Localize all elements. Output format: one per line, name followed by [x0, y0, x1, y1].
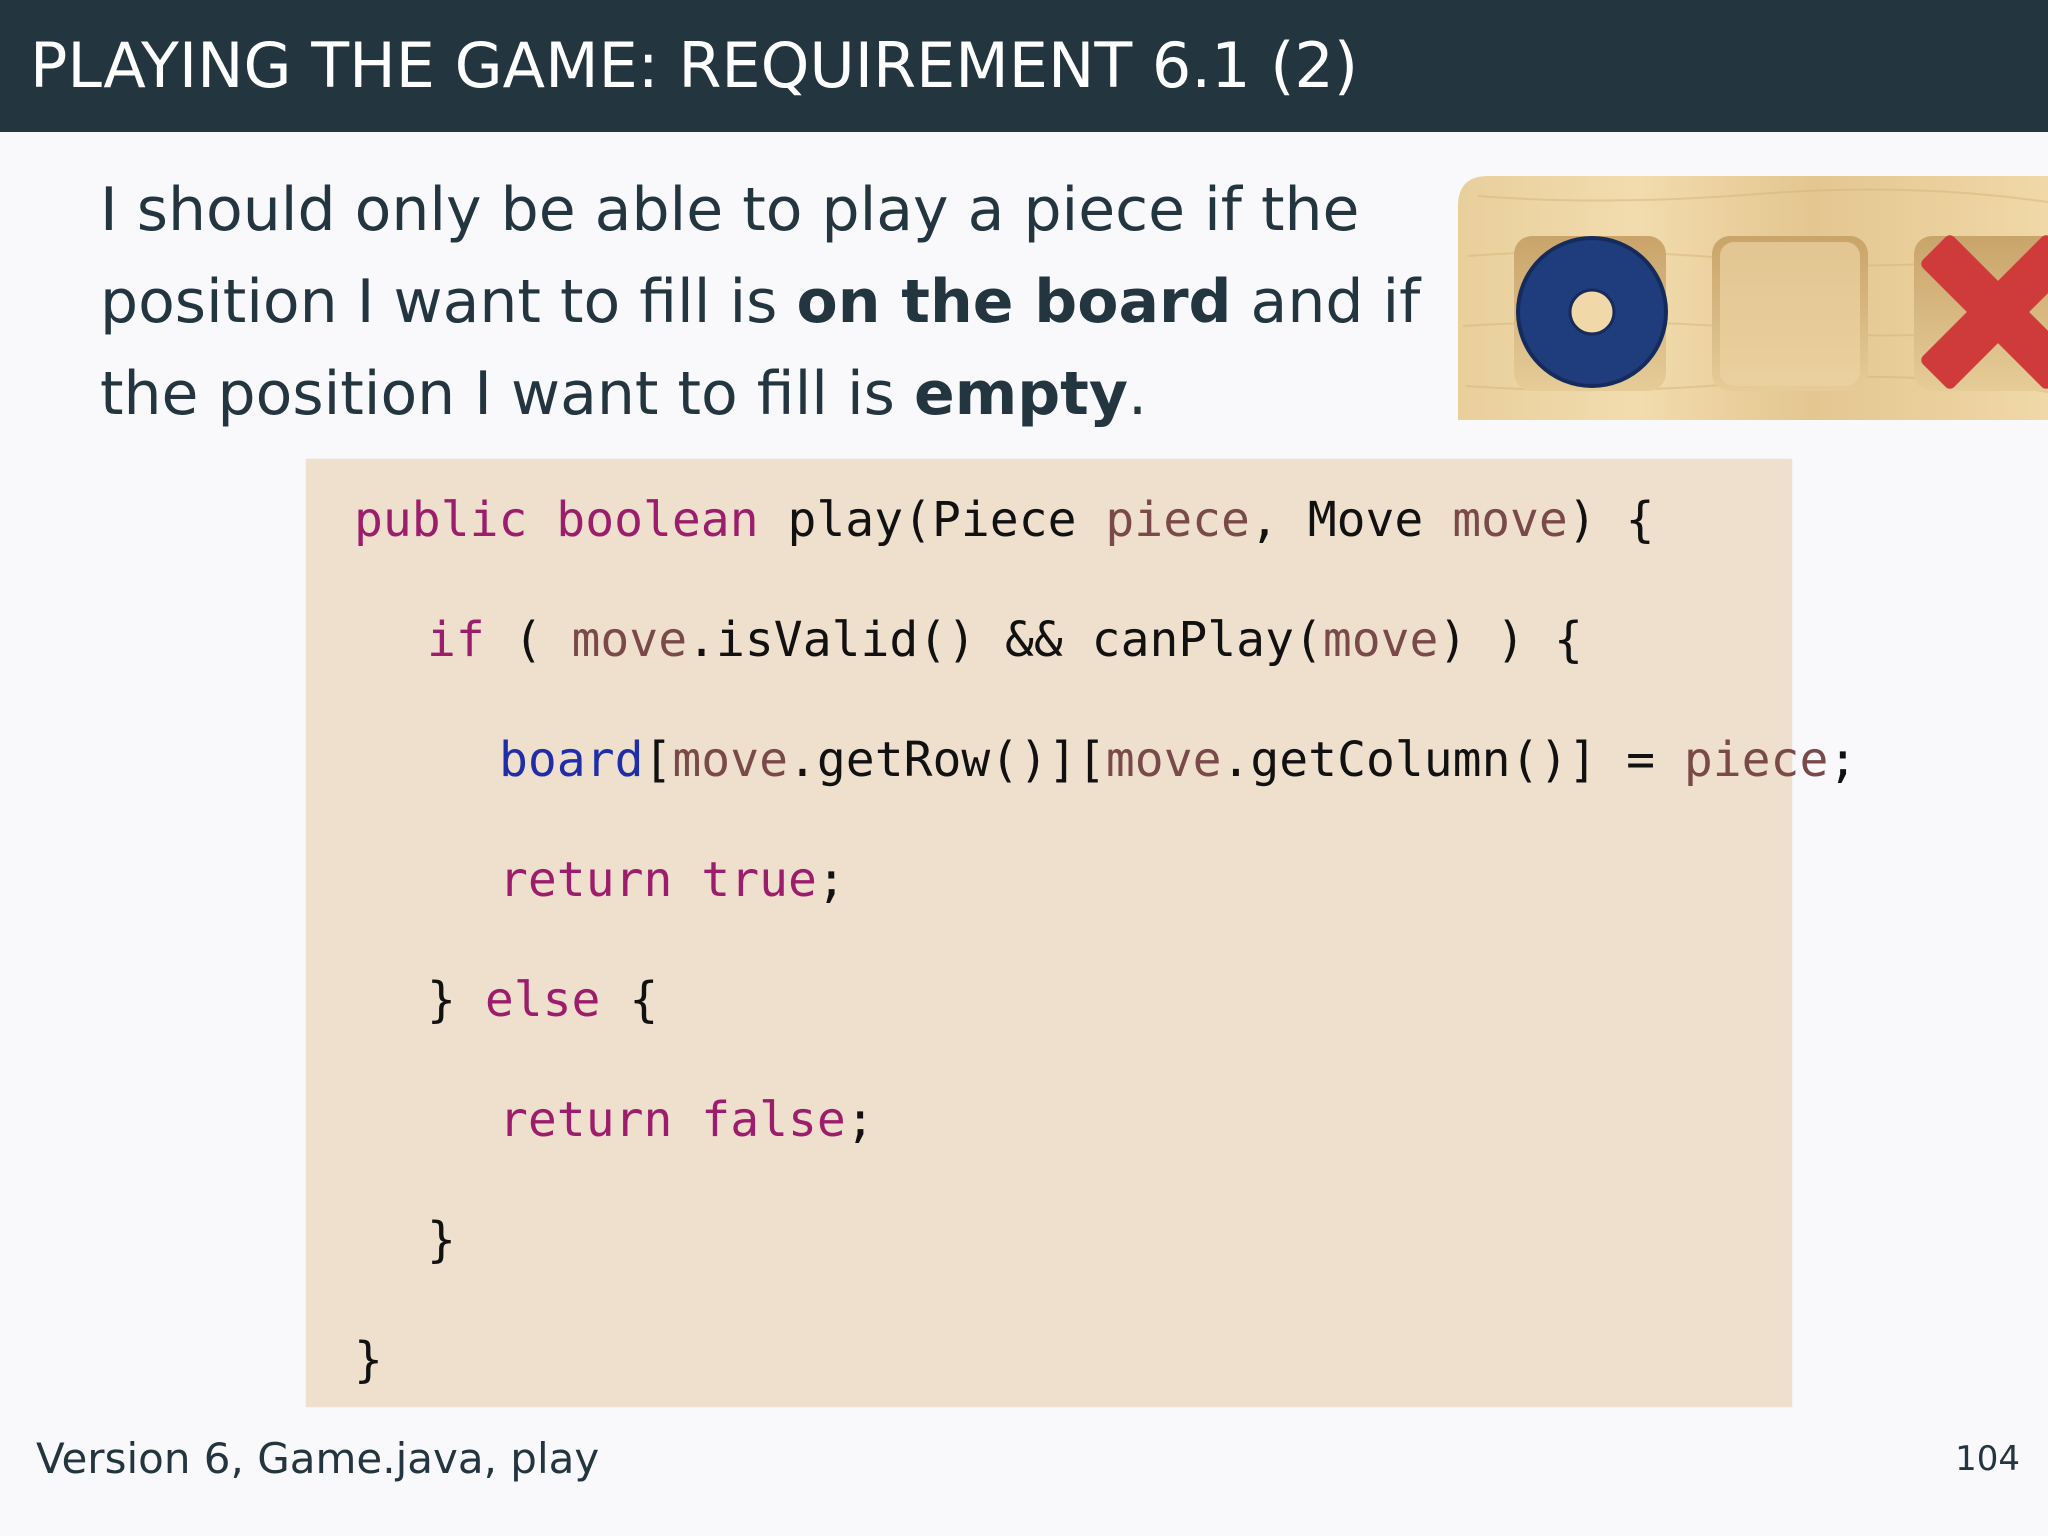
- code-line-8: }: [354, 1330, 383, 1390]
- keyword: return: [499, 852, 673, 908]
- keyword: return: [499, 1092, 673, 1148]
- intro-text-3: .: [1127, 359, 1148, 429]
- code-text: [: [643, 732, 673, 788]
- intro-bold-empty: empty: [914, 359, 1128, 429]
- code-text: .isValid() && canPlay(: [687, 612, 1323, 668]
- empty-slot-icon: [1712, 236, 1868, 391]
- code-block: public boolean play(Piece piece, Move mo…: [306, 459, 1857, 1407]
- intro-paragraph: I should only be able to play a piece if…: [100, 164, 1440, 440]
- tic-tac-toe-board-image: [1458, 176, 2048, 420]
- code-text: }: [354, 1332, 383, 1388]
- field: board: [499, 732, 644, 788]
- code-line-2: if ( move.isValid() && canPlay(move) ) {: [427, 610, 1583, 670]
- code-text: {: [629, 972, 659, 1028]
- code-text: ;: [816, 852, 846, 908]
- code-line-5: } else {: [427, 970, 658, 1030]
- code-text: }: [427, 1212, 456, 1268]
- code-line-7: }: [427, 1210, 456, 1270]
- keyword: if: [427, 612, 485, 668]
- code-text: ) {: [1567, 492, 1655, 548]
- variable: piece: [1105, 492, 1250, 548]
- keyword: false: [701, 1092, 846, 1148]
- blue-o-piece-icon: [1514, 236, 1668, 391]
- code-text: play(Piece: [787, 492, 1077, 548]
- code-text: .getColumn()] =: [1221, 732, 1684, 788]
- slide-header: PLAYING THE GAME: REQUIREMENT 6.1 (2): [0, 0, 2048, 132]
- slide-title: PLAYING THE GAME: REQUIREMENT 6.1 (2): [30, 29, 1359, 102]
- board-frame-icon: [1458, 176, 2048, 420]
- intro-bold-on-the-board: on the board: [796, 267, 1232, 337]
- variable: move: [1452, 492, 1568, 548]
- variable: move: [1105, 732, 1222, 788]
- source-caption: Version 6, Game.java, play: [36, 1434, 600, 1483]
- code-line-4: return true;: [499, 850, 846, 910]
- variable: move: [1322, 612, 1439, 668]
- code-text: ;: [1828, 732, 1858, 788]
- code-text: ) ) {: [1438, 612, 1583, 668]
- code-text: ;: [845, 1092, 875, 1148]
- variable: move: [672, 732, 788, 788]
- keyword: public: [354, 492, 528, 548]
- code-line-6: return false;: [499, 1090, 875, 1150]
- code-text: , Move: [1249, 492, 1424, 548]
- variable: move: [571, 612, 688, 668]
- code-text: .getRow()][: [788, 732, 1106, 788]
- keyword: boolean: [556, 492, 759, 548]
- code-text: }: [427, 972, 456, 1028]
- code-text: (: [513, 612, 572, 668]
- code-line-1: public boolean play(Piece piece, Move mo…: [354, 490, 1654, 550]
- code-line-3: board[move.getRow()][move.getColumn()] =…: [499, 730, 1857, 790]
- page-number: 104: [1955, 1439, 2020, 1479]
- keyword: else: [484, 972, 601, 1028]
- variable: piece: [1683, 732, 1829, 788]
- keyword: true: [701, 852, 817, 908]
